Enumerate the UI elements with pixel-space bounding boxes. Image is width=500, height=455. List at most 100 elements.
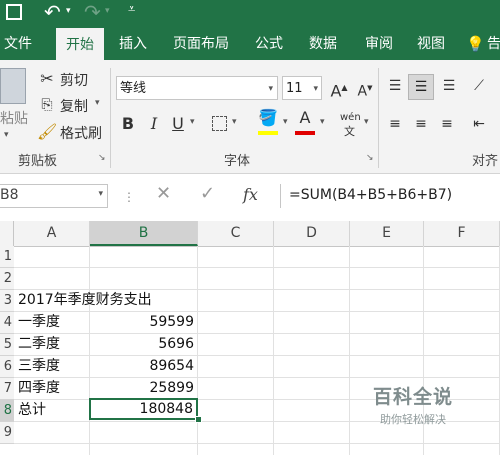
font-group-label: 字体	[224, 154, 251, 169]
cell-b5[interactable]: 5696	[90, 334, 194, 355]
gridline	[14, 267, 500, 268]
underline-dropdown-icon[interactable]: ▾	[190, 117, 195, 127]
align-center-icon[interactable]: ≡	[412, 114, 430, 134]
gridline	[14, 333, 500, 334]
phonetic-guide-button[interactable]: wén	[340, 112, 361, 123]
phonetic-dropdown-icon[interactable]: ▾	[364, 117, 369, 127]
font-size-dropdown-icon[interactable]: ▾	[313, 77, 318, 101]
cut-button[interactable]: 剪切	[60, 70, 88, 90]
align-top-icon[interactable]: ☰	[386, 76, 404, 96]
save-icon[interactable]	[6, 4, 22, 20]
undo-dropdown-icon[interactable]: ▾	[66, 6, 71, 16]
format-painter-icon[interactable]: 🖌	[37, 122, 57, 142]
tab-insert[interactable]: 插入	[110, 28, 156, 60]
cell-a8[interactable]: 总计	[18, 400, 46, 421]
column-header-b[interactable]: B	[90, 221, 198, 246]
cell-b6[interactable]: 89654	[90, 356, 194, 377]
formula-input[interactable]: =SUM(B4+B5+B6+B7)	[280, 184, 500, 208]
italic-button[interactable]: I	[146, 114, 162, 134]
bold-button[interactable]: B	[120, 114, 136, 134]
phonetic-guide-char[interactable]: 文	[344, 123, 355, 139]
column-header-f[interactable]: F	[424, 221, 500, 246]
gridline	[197, 246, 198, 455]
align-bottom-icon[interactable]: ☰	[440, 76, 458, 96]
decrease-indent-icon[interactable]: ⇤	[470, 114, 488, 134]
scissors-icon[interactable]: ✂	[37, 69, 57, 89]
decrease-font-size-icon[interactable]: A▼	[356, 78, 374, 102]
font-name-dropdown-icon[interactable]: ▾	[268, 77, 273, 101]
formula-bar-resize-handle[interactable]: ⋮	[123, 190, 135, 204]
paste-button[interactable]: 粘贴	[0, 108, 28, 128]
row-header-3[interactable]: 3	[0, 290, 14, 312]
insert-function-button[interactable]: fx	[243, 185, 258, 204]
watermark-brand: 百科全说	[372, 386, 453, 408]
increase-font-size-icon[interactable]: A▲	[330, 78, 348, 101]
row-header-5[interactable]: 5	[0, 334, 14, 356]
clipboard-group-label: 剪贴板	[18, 154, 58, 169]
row-header-1[interactable]: 1	[0, 246, 14, 268]
copy-dropdown-icon[interactable]: ▾	[95, 98, 100, 108]
format-painter-button[interactable]: 格式刷	[60, 123, 102, 143]
font-name-select[interactable]: 等线 ▾	[116, 76, 278, 100]
cell-b4[interactable]: 59599	[90, 312, 194, 333]
row-header-9[interactable]: 9	[0, 422, 14, 444]
gridline	[14, 443, 500, 444]
cell-a5[interactable]: 二季度	[18, 334, 60, 355]
tab-home[interactable]: 开始	[56, 28, 104, 61]
row-header-4[interactable]: 4	[0, 312, 14, 334]
redo-icon[interactable]: ↷	[84, 0, 101, 24]
row-header-6[interactable]: 6	[0, 356, 14, 378]
align-right-icon[interactable]: ≡	[438, 114, 456, 134]
tab-review[interactable]: 审阅	[356, 28, 402, 60]
redo-dropdown-icon[interactable]: ▾	[105, 6, 110, 16]
column-header-a[interactable]: A	[14, 221, 90, 246]
tab-file[interactable]: 文件	[0, 28, 36, 60]
font-color-icon[interactable]: A	[296, 108, 314, 128]
align-middle-button[interactable]: ☰	[408, 74, 434, 100]
cell-a4[interactable]: 一季度	[18, 312, 60, 333]
cell-b7[interactable]: 25899	[90, 378, 194, 399]
fill-color-dropdown-icon[interactable]: ▾	[283, 117, 288, 127]
tab-data[interactable]: 数据	[300, 28, 346, 60]
cell-b8-selected[interactable]: 180848	[89, 398, 198, 420]
border-icon[interactable]	[212, 116, 227, 131]
cell-a6[interactable]: 三季度	[18, 356, 60, 377]
copy-button[interactable]: 复制	[60, 96, 88, 116]
paste-dropdown-icon[interactable]: ▾	[4, 130, 9, 140]
column-header-e[interactable]: E	[350, 221, 424, 246]
font-size-select[interactable]: 11 ▾	[282, 76, 322, 100]
row-header-7[interactable]: 7	[0, 378, 14, 400]
column-header-d[interactable]: D	[274, 221, 350, 246]
fill-color-icon[interactable]: 🪣	[258, 108, 278, 128]
tab-formulas[interactable]: 公式	[246, 28, 292, 60]
font-name-value: 等线	[120, 81, 147, 96]
lightbulb-icon[interactable]: 💡	[466, 28, 485, 60]
tab-page-layout[interactable]: 页面布局	[166, 28, 236, 60]
clipboard-launcher-icon[interactable]: ↘	[98, 153, 106, 163]
font-color-dropdown-icon[interactable]: ▾	[320, 117, 325, 127]
row-header-2[interactable]: 2	[0, 268, 14, 290]
paste-icon[interactable]	[0, 68, 26, 104]
copy-icon[interactable]: ⎘	[37, 95, 57, 115]
align-left-icon[interactable]: ≡	[386, 114, 404, 134]
name-box[interactable]: B8 ▾	[0, 184, 108, 208]
enter-icon[interactable]: ✓	[200, 183, 215, 204]
tab-tell-me[interactable]: 告	[484, 28, 500, 60]
cell-a3-title[interactable]: 2017年季度财务支出	[18, 290, 152, 311]
name-box-dropdown-icon[interactable]: ▾	[98, 189, 103, 199]
row-header-8[interactable]: 8	[0, 400, 14, 422]
cell-a7[interactable]: 四季度	[18, 378, 60, 399]
customize-toolbar-icon[interactable]: ⩡	[128, 2, 135, 17]
orientation-icon[interactable]: ⟋	[470, 76, 488, 96]
underline-button[interactable]: U	[170, 114, 186, 134]
font-launcher-icon[interactable]: ↘	[366, 153, 374, 163]
watermark: 百科全说 助你轻松解决	[358, 382, 468, 427]
undo-icon[interactable]: ↶	[44, 0, 61, 24]
fill-handle[interactable]	[195, 416, 202, 423]
cancel-icon[interactable]: ✕	[156, 183, 171, 204]
select-all-corner[interactable]	[0, 221, 14, 246]
tab-view[interactable]: 视图	[408, 28, 454, 60]
column-header-c[interactable]: C	[198, 221, 274, 246]
border-dropdown-icon[interactable]: ▾	[232, 117, 237, 127]
formula-text: =SUM(B4+B5+B6+B7)	[289, 187, 453, 203]
